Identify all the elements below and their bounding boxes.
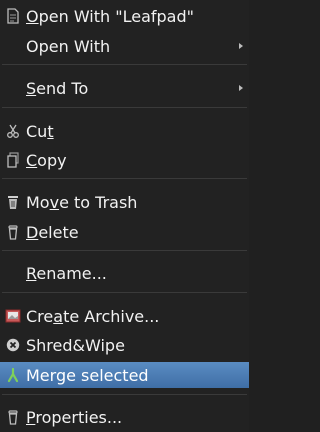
menu-item-label: Cut [26,121,54,141]
menu-item-label: Move to Trash [26,192,138,212]
menu-item-label: Copy [26,150,67,170]
menu-item-open-with-leafpad[interactable]: Open With "Leafpad" [0,3,249,29]
menu-item-label: Delete [26,222,79,242]
archive-icon [5,308,21,324]
menu-item-rename[interactable]: Rename... [0,260,249,286]
menu-separator [2,250,247,251]
menu-separator [2,394,247,395]
menu-item-label: Send To [26,78,89,98]
document-icon [5,8,21,24]
menu-item-label: Rename... [26,263,107,283]
menu-item-copy[interactable]: Copy [0,147,249,173]
menu-item-cut[interactable]: Cut [0,118,249,144]
menu-separator [2,64,247,65]
menu-separator [2,292,247,293]
context-menu: Open With "Leafpad" Open With Send To Cu… [0,0,249,432]
menu-item-create-archive[interactable]: Create Archive... [0,303,249,329]
menu-item-properties[interactable]: Properties... [0,404,249,430]
menu-separator [2,107,247,108]
trash-icon [5,194,21,210]
menu-item-label: Open With [26,36,111,56]
menu-item-move-to-trash[interactable]: Move to Trash [0,189,249,215]
merge-icon [5,367,21,383]
scissors-icon [5,123,21,139]
menu-item-delete[interactable]: Delete [0,219,249,245]
menu-item-merge-selected[interactable]: Merge selected [0,362,249,388]
menu-item-shred-wipe[interactable]: Shred&Wipe [0,332,249,358]
submenu-arrow-icon [239,43,243,49]
menu-item-label: Create Archive... [26,306,160,326]
shred-icon [5,337,21,353]
menu-item-label: Open With "Leafpad" [26,6,194,26]
menu-item-open-with[interactable]: Open With [0,33,249,59]
menu-item-send-to[interactable]: Send To [0,75,249,101]
properties-icon [5,409,21,425]
menu-item-label: Merge selected [26,365,149,385]
menu-item-label: Shred&Wipe [26,335,125,355]
menu-separator [2,178,247,179]
copy-icon [5,152,21,168]
submenu-arrow-icon [239,85,243,91]
delete-icon [5,224,21,240]
menu-item-label: Properties... [26,407,123,427]
